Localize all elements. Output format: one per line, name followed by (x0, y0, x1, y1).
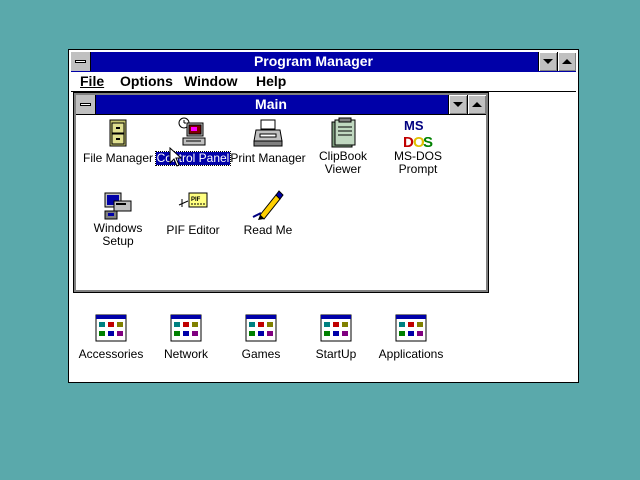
program-group-icon (395, 314, 427, 342)
windows-setup-item[interactable]: Windows Setup (79, 189, 157, 250)
menu-options-label: Options (120, 73, 173, 89)
accessories-group[interactable]: Accessories (72, 313, 150, 363)
games-label: Games (241, 347, 281, 361)
games-group[interactable]: Games (222, 313, 300, 363)
main-control-menu-icon (80, 103, 91, 106)
svg-text:MS: MS (404, 118, 424, 133)
program-manager-title-bar[interactable]: Program Manager (71, 52, 576, 73)
main-title-bar[interactable]: Main (76, 95, 486, 115)
main-control-menu-box[interactable] (76, 95, 96, 114)
menu-window-label: Window (184, 73, 238, 89)
menu-bar: File Options Window Help (71, 72, 576, 92)
read-me-label: Read Me (243, 223, 293, 237)
applications-group[interactable]: Applications (372, 313, 450, 363)
program-group-icon (170, 314, 202, 342)
windows-setup-label: Windows Setup (93, 221, 143, 248)
clipbook-icon (331, 117, 356, 148)
svg-text:PIF: PIF (191, 197, 201, 203)
svg-text:S: S (423, 134, 433, 149)
startup-label: StartUp (315, 347, 357, 361)
main-minimize-arrow-icon (453, 102, 463, 107)
pif-editor-label: PIF Editor (166, 223, 220, 237)
print-manager-label: Print Manager (230, 151, 306, 165)
ms-dos-icon: MS D O S (403, 118, 433, 149)
menu-file-label: File (80, 73, 105, 89)
program-group-icon (320, 314, 352, 342)
clipbook-viewer-item[interactable]: ClipBook Viewer (304, 117, 382, 178)
maximize-arrow-icon (562, 59, 572, 64)
control-menu-icon (75, 60, 86, 63)
clipbook-viewer-label: ClipBook Viewer (318, 149, 368, 176)
read-me-item[interactable]: Read Me (229, 189, 307, 239)
accessories-label: Accessories (78, 347, 144, 361)
menu-options[interactable]: Options (120, 72, 173, 91)
program-group-icon (245, 314, 277, 342)
maximize-button[interactable] (557, 52, 576, 71)
network-label: Network (163, 347, 208, 361)
pif-editor-icon: PIF (178, 192, 208, 208)
file-manager-label: File Manager (82, 151, 154, 165)
file-cabinet-icon (109, 119, 127, 147)
menu-help-label: Help (256, 73, 287, 89)
main-group-window[interactable]: Main File Manager Control Panel Print Ma… (73, 92, 489, 293)
ms-dos-prompt-label: MS-DOS Prompt (394, 149, 442, 176)
menu-file[interactable]: File (80, 72, 104, 91)
control-panel-label: Control Panel (154, 151, 232, 166)
menu-window[interactable]: Window (184, 72, 238, 91)
windows-setup-icon (104, 192, 132, 220)
main-maximize-button[interactable] (467, 95, 486, 114)
minimize-button[interactable] (538, 52, 557, 71)
file-manager-item[interactable]: File Manager (79, 117, 157, 167)
program-group-icon (95, 314, 127, 342)
control-panel-item[interactable]: Control Panel (154, 117, 232, 167)
main-title: Main (255, 96, 287, 112)
applications-label: Applications (378, 347, 444, 361)
control-panel-icon (178, 117, 206, 146)
network-group[interactable]: Network (147, 313, 225, 363)
program-manager-window[interactable]: Program Manager File Options Window Help… (68, 49, 579, 383)
pif-editor-item[interactable]: PIF PIF Editor (154, 189, 232, 239)
control-menu-box[interactable] (71, 52, 91, 71)
program-manager-title: Program Manager (253, 53, 374, 69)
mouse-pointer-icon (169, 147, 183, 167)
main-maximize-arrow-icon (472, 102, 482, 107)
startup-group[interactable]: StartUp (297, 313, 375, 363)
minimize-arrow-icon (543, 59, 553, 64)
printer-icon (253, 119, 283, 147)
ms-dos-prompt-item[interactable]: MS D O S MS-DOS Prompt (379, 117, 457, 178)
main-minimize-button[interactable] (448, 95, 467, 114)
print-manager-item[interactable]: Print Manager (229, 117, 307, 167)
pen-icon (252, 190, 284, 220)
menu-help[interactable]: Help (256, 72, 286, 91)
